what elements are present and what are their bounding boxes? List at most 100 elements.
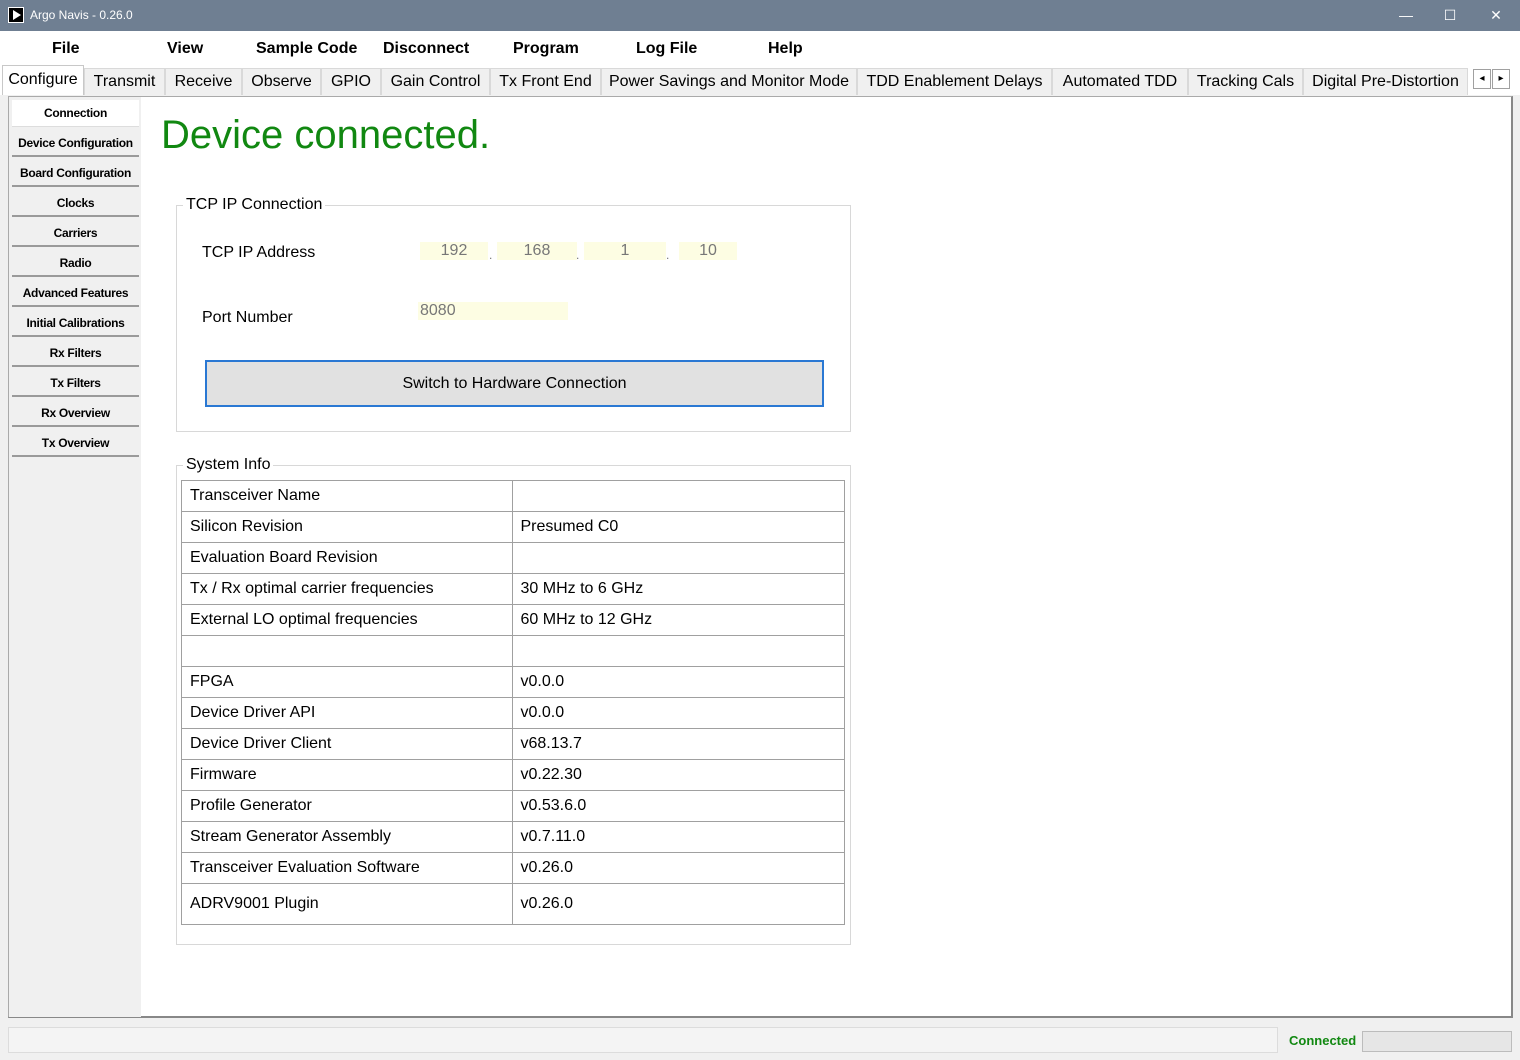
- table-row: FPGA v0.0.0: [181, 666, 845, 698]
- tab-tx-front-end[interactable]: Tx Front End: [490, 68, 601, 95]
- table-row: Transceiver Evaluation Software v0.26.0: [181, 852, 845, 884]
- info-property-cell: ADRV9001 Plugin: [181, 883, 513, 925]
- side-tab-connection[interactable]: Connection: [12, 100, 139, 127]
- side-tab-board-configuration[interactable]: Board Configuration: [12, 160, 139, 187]
- status-message-area: [8, 1027, 1278, 1053]
- tab-observe[interactable]: Observe: [242, 68, 321, 95]
- tab-automated-tdd[interactable]: Automated TDD: [1052, 68, 1188, 95]
- status-progress-bar: [1362, 1031, 1512, 1052]
- info-value-cell: v0.26.0: [511, 852, 845, 884]
- menu-bar: File View Sample Code Disconnect Program…: [0, 31, 1520, 65]
- info-property-cell: Profile Generator: [181, 790, 513, 822]
- tab-digital-pre-distortion[interactable]: Digital Pre-Distortion: [1303, 68, 1468, 95]
- table-row: Tx / Rx optimal carrier frequencies 30 MH…: [181, 573, 845, 605]
- menu-log-file[interactable]: Log File: [636, 40, 697, 58]
- menu-program[interactable]: Program: [513, 40, 579, 58]
- side-tab-clocks[interactable]: Clocks: [12, 190, 139, 217]
- info-value-cell: Presumed C0: [511, 511, 845, 543]
- tab-gain-control[interactable]: Gain Control: [381, 68, 490, 95]
- side-tab-rx-filters[interactable]: Rx Filters: [12, 340, 139, 367]
- side-tab-tx-filters[interactable]: Tx Filters: [12, 370, 139, 397]
- side-tab-carriers[interactable]: Carriers: [12, 220, 139, 247]
- main-tab-strip: Configure Transmit Receive Observe GPIO …: [0, 65, 1520, 95]
- ip-octet-2-input[interactable]: 168: [497, 242, 577, 260]
- maximize-icon[interactable]: ☐: [1427, 0, 1473, 31]
- menu-file[interactable]: File: [52, 40, 80, 58]
- info-property-cell: Transceiver Name: [181, 480, 513, 512]
- ip-octet-4-input[interactable]: 10: [679, 242, 737, 260]
- side-tab-device-configuration[interactable]: Device Configuration: [12, 130, 139, 157]
- info-property-cell: Stream Generator Assembly: [181, 821, 513, 853]
- info-value-cell: v0.26.0: [511, 883, 845, 925]
- tab-gpio[interactable]: GPIO: [321, 68, 381, 95]
- table-row: Stream Generator Assembly v0.7.11.0: [181, 821, 845, 853]
- table-row: [181, 635, 845, 667]
- ip-octet-3-input[interactable]: 1: [584, 242, 666, 260]
- ip-octet-1-input[interactable]: 192: [420, 242, 488, 260]
- switch-to-hardware-connection-button[interactable]: Switch to Hardware Connection: [205, 360, 824, 407]
- info-property-cell: [181, 635, 513, 667]
- tab-receive[interactable]: Receive: [165, 68, 242, 95]
- port-number-input[interactable]: 8080: [418, 302, 568, 320]
- table-row: Firmware v0.22.30: [181, 759, 845, 791]
- ip-separator: .: [666, 248, 670, 262]
- table-row: Evaluation Board Revision: [181, 542, 845, 574]
- ip-separator: .: [576, 248, 580, 262]
- side-tab-radio[interactable]: Radio: [12, 250, 139, 277]
- tcp-ip-group-title: TCP IP Connection: [183, 196, 326, 214]
- app-play-icon: [8, 7, 24, 23]
- tab-tdd-enablement-delays[interactable]: TDD Enablement Delays: [857, 68, 1052, 95]
- info-property-cell: Firmware: [181, 759, 513, 791]
- window-title: Argo Navis - 0.26.0: [30, 8, 133, 22]
- tab-power-savings[interactable]: Power Savings and Monitor Mode: [601, 68, 857, 95]
- side-tab-tx-overview[interactable]: Tx Overview: [12, 430, 139, 457]
- info-property-cell: External LO optimal frequencies: [181, 604, 513, 636]
- table-row: Device Driver Client v68.13.7: [181, 728, 845, 760]
- info-value-cell: 30 MHz to 6 GHz: [511, 573, 845, 605]
- info-value-cell: [511, 635, 845, 667]
- side-tab-panel: Connection Device Configuration Board Co…: [9, 97, 141, 1017]
- tab-scroll-left-icon[interactable]: ◂: [1473, 69, 1491, 89]
- system-info-group: System Info Transceiver Name Silicon Revi…: [176, 456, 851, 945]
- table-row: External LO optimal frequencies 60 MHz to…: [181, 604, 845, 636]
- ip-separator: .: [489, 248, 493, 262]
- info-property-cell: Silicon Revision: [181, 511, 513, 543]
- side-tab-initial-calibrations[interactable]: Initial Calibrations: [12, 310, 139, 337]
- info-value-cell: [511, 480, 845, 512]
- tab-configure[interactable]: Configure: [2, 65, 84, 95]
- tcp-ip-address-label: TCP IP Address: [202, 244, 316, 261]
- info-property-cell: Device Driver API: [181, 697, 513, 729]
- tcp-ip-connection-group: TCP IP Connection TCP IP Address 192 . 1…: [176, 196, 851, 432]
- status-bar: Connected: [0, 1021, 1520, 1060]
- side-tab-rx-overview[interactable]: Rx Overview: [12, 400, 139, 427]
- close-icon[interactable]: ✕: [1473, 0, 1519, 31]
- info-property-cell: FPGA: [181, 666, 513, 698]
- menu-disconnect[interactable]: Disconnect: [383, 40, 469, 58]
- table-row: Transceiver Name: [181, 480, 845, 512]
- info-value-cell: v0.0.0: [511, 666, 845, 698]
- info-value-cell: [511, 542, 845, 574]
- tab-transmit[interactable]: Transmit: [84, 68, 165, 95]
- table-row: Profile Generator v0.53.6.0: [181, 790, 845, 822]
- port-number-label: Port Number: [202, 309, 293, 326]
- tab-scroll-right-icon[interactable]: ▸: [1492, 69, 1510, 89]
- tab-tracking-cals[interactable]: Tracking Cals: [1188, 68, 1303, 95]
- connection-status-heading: Device connected.: [161, 113, 491, 157]
- info-value-cell: 60 MHz to 12 GHz: [511, 604, 845, 636]
- table-row: Silicon Revision Presumed C0: [181, 511, 845, 543]
- table-row: ADRV9001 Plugin v0.26.0: [181, 883, 845, 925]
- menu-sample-code[interactable]: Sample Code: [256, 40, 357, 58]
- table-row: Device Driver API v0.0.0: [181, 697, 845, 729]
- system-info-group-title: System Info: [183, 456, 274, 474]
- connection-status-text: Connected: [1289, 1033, 1357, 1048]
- info-property-cell: Tx / Rx optimal carrier frequencies: [181, 573, 513, 605]
- info-value-cell: v0.0.0: [511, 697, 845, 729]
- info-property-cell: Evaluation Board Revision: [181, 542, 513, 574]
- info-property-cell: Transceiver Evaluation Software: [181, 852, 513, 884]
- configure-panel: Connection Device Configuration Board Co…: [8, 96, 1513, 1018]
- info-value-cell: v0.22.30: [511, 759, 845, 791]
- side-tab-advanced-features[interactable]: Advanced Features: [12, 280, 139, 307]
- minimize-icon[interactable]: —: [1383, 0, 1429, 31]
- menu-view[interactable]: View: [167, 40, 203, 58]
- menu-help[interactable]: Help: [768, 40, 803, 58]
